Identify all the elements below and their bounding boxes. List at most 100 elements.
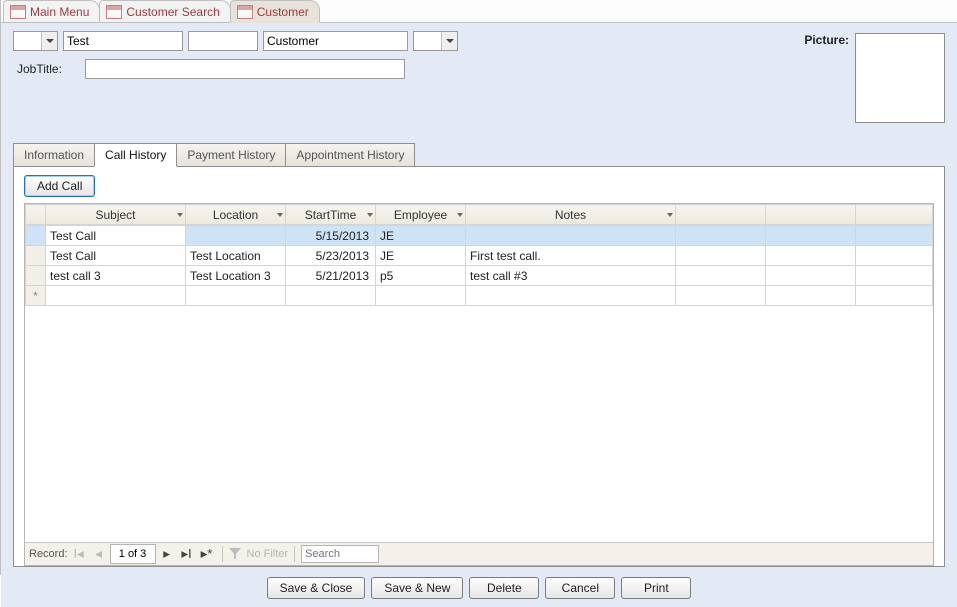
separator xyxy=(294,546,295,562)
chevron-down-icon xyxy=(277,213,283,217)
cell-employee[interactable]: JE xyxy=(376,246,466,266)
subtab-payment-history[interactable]: Payment History xyxy=(176,143,286,166)
cell-subject[interactable]: Test Call xyxy=(46,246,186,266)
cell-starttime[interactable]: 5/21/2013 xyxy=(286,266,376,286)
picture-frame[interactable] xyxy=(855,33,945,123)
suffix-combo[interactable] xyxy=(413,31,458,51)
col-employee[interactable]: Employee xyxy=(376,205,466,225)
chevron-down-icon xyxy=(457,213,463,217)
tab-customer-search[interactable]: Customer Search xyxy=(99,0,230,22)
cell-notes[interactable] xyxy=(466,226,676,246)
cell-empty[interactable] xyxy=(46,286,186,306)
table-row[interactable]: Test Call 5/15/2013 JE xyxy=(26,226,933,246)
cell-empty[interactable] xyxy=(766,266,856,286)
tab-main-menu[interactable]: Main Menu xyxy=(3,0,100,22)
separator xyxy=(222,546,223,562)
delete-button[interactable]: Delete xyxy=(469,577,539,599)
cell-empty[interactable] xyxy=(376,286,466,306)
subtab-appointment-history[interactable]: Appointment History xyxy=(285,143,415,166)
cell-empty[interactable] xyxy=(186,286,286,306)
cell-employee[interactable]: p5 xyxy=(376,266,466,286)
cell-empty[interactable] xyxy=(856,286,933,306)
cell-empty[interactable] xyxy=(766,246,856,266)
picture-area: Picture: xyxy=(804,31,945,123)
table-row[interactable]: Test Call Test Location 5/23/2013 JE Fir… xyxy=(26,246,933,266)
nav-next-button[interactable]: ▸ xyxy=(158,546,176,562)
nav-first-button[interactable]: I◂ xyxy=(70,546,88,562)
filter-icon xyxy=(229,548,241,560)
save-close-button[interactable]: Save & Close xyxy=(267,577,366,599)
cell-location[interactable]: Test Location 3 xyxy=(186,266,286,286)
col-empty2[interactable] xyxy=(766,205,856,225)
subtab-call-history[interactable]: Call History xyxy=(94,143,177,167)
cell-location[interactable]: Test Location xyxy=(186,246,286,266)
save-new-button[interactable]: Save & New xyxy=(371,577,463,599)
chevron-down-icon xyxy=(177,213,183,217)
subtab-information[interactable]: Information xyxy=(13,143,95,166)
jobtitle-field[interactable] xyxy=(85,59,405,79)
cell-starttime[interactable]: 5/15/2013 xyxy=(286,226,376,246)
cell-subject[interactable]: test call 3 xyxy=(46,266,186,286)
form-icon xyxy=(10,5,26,19)
subtab-strip: Information Call History Payment History… xyxy=(13,143,945,167)
cell-notes[interactable]: test call #3 xyxy=(466,266,676,286)
cell-empty[interactable] xyxy=(856,246,933,266)
select-all-corner[interactable] xyxy=(26,205,46,225)
nav-prev-button[interactable]: ◂ xyxy=(90,546,108,562)
col-label: Location xyxy=(213,208,258,222)
row-selector[interactable] xyxy=(26,286,46,306)
cell-empty[interactable] xyxy=(676,226,766,246)
record-position-field[interactable] xyxy=(110,544,156,564)
record-navigator: Record: I◂ ◂ ▸ ▸I ▸* No Filter xyxy=(25,542,933,565)
cell-empty[interactable] xyxy=(676,286,766,306)
col-empty3[interactable] xyxy=(856,205,933,225)
row-selector[interactable] xyxy=(26,226,46,246)
jobtitle-label: JobTitle: xyxy=(13,60,81,78)
cell-starttime[interactable]: 5/23/2013 xyxy=(286,246,376,266)
cell-empty[interactable] xyxy=(766,226,856,246)
tab-customer[interactable]: Customer xyxy=(230,0,320,23)
prefix-combo[interactable] xyxy=(13,31,58,51)
row-selector[interactable] xyxy=(26,246,46,266)
cell-empty[interactable] xyxy=(856,266,933,286)
cell-notes[interactable]: First test call. xyxy=(466,246,676,266)
middle-name-field[interactable] xyxy=(188,31,258,51)
chevron-down-icon xyxy=(41,32,57,50)
nav-last-button[interactable]: ▸I xyxy=(178,546,196,562)
cell-empty[interactable] xyxy=(856,226,933,246)
cell-location[interactable] xyxy=(186,226,286,246)
row-selector[interactable] xyxy=(26,266,46,286)
table-row[interactable]: test call 3 Test Location 3 5/21/2013 p5… xyxy=(26,266,933,286)
tab-label: Customer Search xyxy=(126,5,219,19)
chevron-down-icon xyxy=(441,32,457,50)
cell-empty[interactable] xyxy=(766,286,856,306)
col-location[interactable]: Location xyxy=(186,205,286,225)
add-call-button[interactable]: Add Call xyxy=(24,175,95,197)
first-name-field[interactable] xyxy=(63,31,183,51)
col-subject[interactable]: Subject xyxy=(46,205,186,225)
chevron-down-icon xyxy=(367,213,373,217)
new-record-row[interactable] xyxy=(26,286,933,306)
cell-subject[interactable]: Test Call xyxy=(46,226,186,246)
tab-label: Main Menu xyxy=(30,5,89,19)
last-name-field[interactable] xyxy=(263,31,408,51)
col-starttime[interactable]: StartTime xyxy=(286,205,376,225)
cell-employee[interactable]: JE xyxy=(376,226,466,246)
cell-empty[interactable] xyxy=(676,246,766,266)
col-empty1[interactable] xyxy=(676,205,766,225)
cell-empty[interactable] xyxy=(676,266,766,286)
cell-empty[interactable] xyxy=(286,286,376,306)
cancel-button[interactable]: Cancel xyxy=(545,577,615,599)
form-action-bar: Save & Close Save & New Delete Cancel Pr… xyxy=(13,567,945,607)
nav-new-button[interactable]: ▸* xyxy=(198,546,216,562)
customer-header: JobTitle: Picture: xyxy=(13,31,945,123)
record-label: Record: xyxy=(29,548,68,560)
cell-empty[interactable] xyxy=(466,286,676,306)
col-notes[interactable]: Notes xyxy=(466,205,676,225)
grid-body-scroll[interactable]: Test Call 5/15/2013 JE xyxy=(25,225,933,542)
search-field[interactable] xyxy=(301,545,379,563)
name-fields: JobTitle: xyxy=(13,31,804,79)
col-label: Notes xyxy=(555,208,586,222)
print-button[interactable]: Print xyxy=(621,577,691,599)
form-icon xyxy=(237,5,253,19)
